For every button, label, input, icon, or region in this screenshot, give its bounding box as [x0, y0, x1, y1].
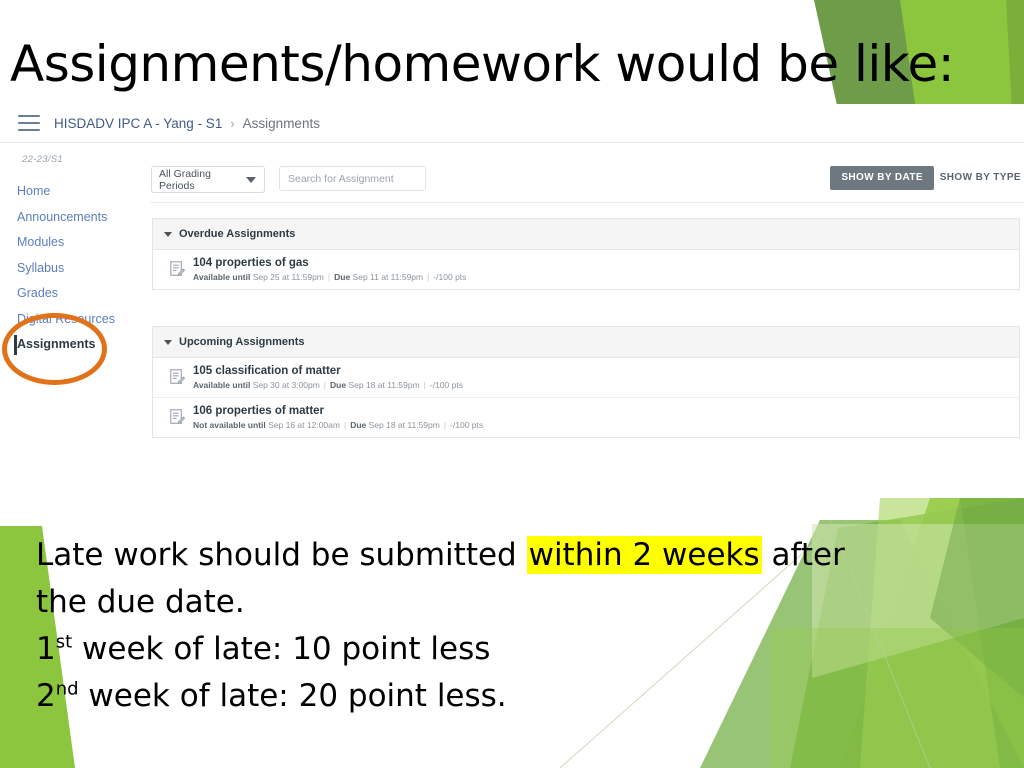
assignment-name[interactable]: 105 classification of matter: [193, 364, 1019, 378]
available-label: Available until: [193, 379, 251, 390]
sidebar-item-label: Syllabus: [17, 260, 65, 275]
assignments-toolbar: All Grading Periods Search for Assignmen…: [150, 156, 1024, 202]
body-line-3-number: 1: [36, 631, 56, 667]
grading-period-select[interactable]: All Grading Periods: [151, 166, 265, 193]
chevron-down-icon: [164, 231, 172, 237]
grading-period-value: All Grading Periods: [159, 167, 211, 192]
assignment-row[interactable]: 104 properties of gas Available until Se…: [153, 250, 1019, 289]
assignment-meta: Not available until Sep 16 at 12:00am | Du…: [193, 419, 1019, 432]
due-value: Sep 18 at 11:59pm: [368, 419, 440, 430]
meta-separator: |: [343, 419, 347, 430]
due-value: Sep 11 at 11:59pm: [352, 271, 424, 282]
show-by-type-button[interactable]: SHOW BY TYPE: [940, 166, 1021, 190]
body-line-1b: after: [761, 537, 845, 573]
points-value: -/100 pts: [429, 379, 463, 390]
assignment-icon: [162, 369, 192, 386]
breadcrumb-current-page: Assignments: [242, 115, 320, 131]
due-label: Due: [330, 379, 347, 390]
sidebar-item-label: Assignments: [17, 337, 96, 351]
sidebar-item-label: Home: [17, 184, 51, 198]
sidebar-item-label: Digital Resources: [17, 311, 115, 326]
group-title: Upcoming Assignments: [179, 336, 305, 348]
chevron-down-icon: [164, 339, 172, 345]
breadcrumb-course-link[interactable]: HISDADV IPC A - Yang - S1: [54, 116, 222, 131]
sidebar-item-modules[interactable]: Modules: [0, 230, 150, 256]
canvas-lms-screenshot: HISDADV IPC A - Yang - S1 › Assignments …: [0, 104, 1024, 500]
slide-title: Assignments/homework would be like:: [10, 35, 955, 93]
assignment-name[interactable]: 104 properties of gas: [193, 256, 1019, 270]
group-header[interactable]: Overdue Assignments: [153, 219, 1019, 250]
chevron-down-icon: [246, 176, 256, 183]
sidebar-item-home[interactable]: Home: [0, 179, 150, 205]
assignment-group-upcoming: Upcoming Assignments 105 classification …: [152, 326, 1020, 438]
body-line-1a: Late work should be submitted: [36, 537, 527, 573]
available-value: Sep 30 at 3:00pm: [252, 379, 320, 390]
breadcrumb-separator-icon: ›: [230, 115, 235, 131]
meta-separator: |: [443, 419, 447, 430]
body-line-4-number: 2: [36, 678, 56, 714]
assignment-row-body: 106 properties of matter Not available u…: [192, 404, 1019, 432]
body-line-3-ordinal: st: [55, 631, 73, 653]
due-label: Due: [334, 271, 351, 282]
sidebar-item-announcements[interactable]: Announcements: [0, 205, 150, 231]
assignment-group-overdue: Overdue Assignments 104 properties of ga…: [152, 218, 1020, 290]
assignment-row-body: 104 properties of gas Available until Se…: [192, 256, 1019, 284]
body-line-3-text: week of late: 10 point less: [72, 631, 491, 667]
meta-separator: |: [327, 271, 331, 282]
sidebar-item-syllabus[interactable]: Syllabus: [0, 256, 150, 282]
body-highlight: within 2 weeks: [526, 536, 762, 574]
term-label: 22-23/S1: [22, 154, 63, 165]
body-line-4-ordinal: nd: [55, 678, 79, 700]
due-value: Sep 18 at 11:59pm: [348, 379, 420, 390]
body-line-2: the due date.: [36, 584, 245, 620]
assignment-meta: Available until Sep 30 at 3:00pm | Due Sep…: [193, 379, 1019, 392]
sidebar-item-grades[interactable]: Grades: [0, 281, 150, 307]
sidebar-item-label: Grades: [17, 286, 58, 300]
show-by-date-button[interactable]: SHOW BY DATE: [830, 166, 934, 190]
sidebar-item-assignments[interactable]: Assignments: [0, 332, 150, 358]
breadcrumb: HISDADV IPC A - Yang - S1 › Assignments: [0, 104, 1024, 143]
sidebar-item-label: Announcements: [17, 209, 108, 224]
search-input[interactable]: Search for Assignment: [279, 166, 426, 191]
group-title: Overdue Assignments: [179, 228, 296, 240]
sidebar-item-label: Modules: [17, 235, 65, 249]
course-navigation: 22-23/S1 Home Announcements Modules Syll…: [0, 154, 150, 358]
hamburger-icon[interactable]: [18, 115, 40, 131]
body-text: Late work should be submitted within 2 w…: [36, 532, 996, 720]
sidebar-item-digital-resources[interactable]: Digital Resources: [0, 307, 150, 333]
body-line-4: 2nd week of late: 20 point less.: [36, 673, 996, 720]
available-label: Not available until: [193, 419, 266, 430]
assignment-row[interactable]: 105 classification of matter Available u…: [153, 358, 1019, 398]
available-value: Sep 16 at 12:00am: [268, 419, 340, 430]
available-label: Available until: [193, 271, 251, 282]
assignment-icon: [162, 409, 192, 426]
body-line-3: 1st week of late: 10 point less: [36, 626, 996, 673]
toolbar-divider: [150, 202, 1024, 203]
meta-separator: |: [323, 379, 327, 390]
points-value: -/100 pts: [450, 419, 484, 430]
assignment-name[interactable]: 106 properties of matter: [193, 404, 1019, 418]
assignment-icon: [162, 261, 192, 278]
body-line-1: Late work should be submitted within 2 w…: [36, 532, 996, 579]
meta-separator: |: [423, 379, 426, 390]
assignment-meta: Available until Sep 25 at 11:59pm | Due Se…: [193, 271, 1019, 284]
group-header[interactable]: Upcoming Assignments: [153, 327, 1019, 358]
due-label: Due: [350, 419, 367, 430]
body-line-4-text: week of late: 20 point less.: [78, 678, 507, 714]
meta-separator: |: [427, 271, 430, 282]
points-value: -/100 pts: [433, 271, 467, 282]
available-value: Sep 25 at 11:59pm: [252, 271, 324, 282]
assignment-row-body: 105 classification of matter Available u…: [192, 364, 1019, 392]
assignment-row[interactable]: 106 properties of matter Not available u…: [153, 398, 1019, 437]
